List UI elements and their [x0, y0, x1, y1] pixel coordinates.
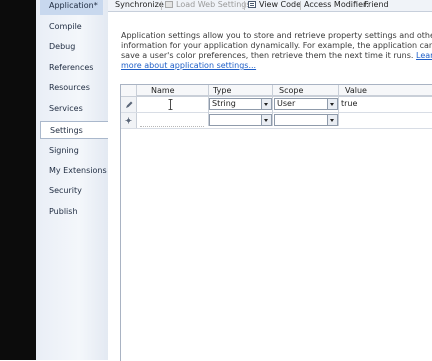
tab-signing[interactable]: Signing	[40, 142, 103, 160]
pencil-icon	[126, 101, 133, 108]
tab-resources[interactable]: Resources	[40, 79, 103, 97]
scope-value: User	[277, 99, 296, 108]
table-row[interactable]: String User true	[121, 97, 432, 113]
window-edge	[0, 0, 36, 360]
toolbar-separator	[300, 1, 301, 10]
load-web-settings-button[interactable]: Load Web Settings	[165, 0, 251, 11]
access-modifier-label: Access Modifier:	[304, 0, 369, 9]
text-cursor-icon	[168, 99, 173, 110]
type-value: String	[212, 99, 236, 108]
tab-application[interactable]: Application*	[40, 0, 103, 15]
scope-dropdown[interactable]	[274, 114, 338, 126]
column-divider	[272, 85, 273, 126]
tab-my-extensions[interactable]: My Extensions	[40, 162, 107, 180]
load-web-settings-label: Load Web Settings	[176, 0, 251, 9]
view-code-label: View Code	[259, 0, 302, 9]
column-header-value[interactable]: Value	[338, 85, 432, 96]
column-header-scope[interactable]: Scope	[272, 85, 338, 96]
setting-value-cell[interactable]	[341, 114, 431, 126]
tab-services[interactable]: Services	[40, 100, 103, 118]
column-header-name[interactable]: Name	[136, 85, 208, 96]
row-header[interactable]	[121, 113, 137, 128]
web-settings-icon	[165, 1, 173, 8]
synchronize-button[interactable]: Synchronize	[115, 0, 164, 11]
column-header-type[interactable]: Type	[208, 85, 272, 96]
code-file-icon	[248, 1, 256, 8]
tab-compile[interactable]: Compile	[40, 18, 103, 36]
tab-references[interactable]: References	[40, 59, 103, 77]
column-divider	[208, 85, 209, 126]
chevron-down-icon[interactable]	[327, 115, 337, 125]
column-divider	[338, 85, 339, 126]
chevron-down-icon[interactable]	[261, 115, 271, 125]
tab-security[interactable]: Security	[40, 182, 103, 200]
description-text: Application settings allow you to store …	[121, 31, 432, 60]
settings-description: Application settings allow you to store …	[121, 31, 432, 71]
tab-debug[interactable]: Debug	[40, 38, 103, 56]
settings-page: Synchronize Load Web Settings View Code …	[108, 0, 432, 361]
toolbar-separator	[161, 1, 162, 10]
setting-value-cell[interactable]: true	[341, 98, 431, 110]
tab-publish[interactable]: Publish	[40, 203, 103, 221]
setting-name-cell[interactable]	[140, 114, 204, 127]
project-designer-tabs: Application* Compile Debug References Re…	[36, 0, 109, 360]
type-dropdown[interactable]	[209, 114, 272, 126]
row-header[interactable]	[121, 97, 137, 112]
access-modifier-dropdown[interactable]: Friend	[364, 0, 389, 11]
view-code-button[interactable]: View Code	[248, 0, 301, 11]
toolbar-separator	[244, 1, 245, 10]
settings-grid: Name Type Scope Value String User true	[120, 84, 432, 361]
settings-toolbar: Synchronize Load Web Settings View Code …	[108, 0, 432, 12]
scope-dropdown[interactable]: User	[274, 98, 338, 110]
type-dropdown[interactable]: String	[209, 98, 272, 110]
tab-settings[interactable]: Settings	[40, 121, 109, 139]
chevron-down-icon[interactable]	[261, 99, 271, 109]
new-row-icon	[125, 117, 132, 124]
chevron-down-icon[interactable]	[327, 99, 337, 109]
table-row-new[interactable]	[121, 113, 432, 129]
